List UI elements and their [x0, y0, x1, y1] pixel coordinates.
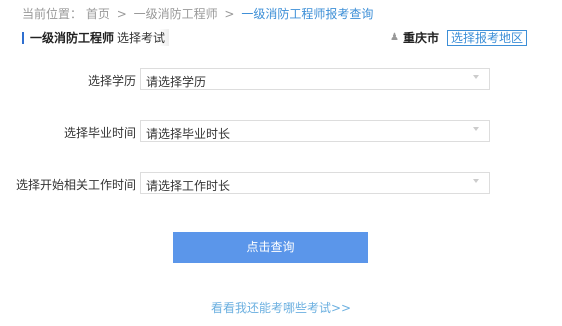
work-start-row: 选择开始相关工作时间 请选择工作时长	[0, 172, 562, 196]
current-city: 重庆市	[402, 31, 439, 45]
breadcrumb-separator: >	[224, 7, 235, 21]
more-exams-link-text[interactable]: 看看我还能考哪些考试>>	[211, 301, 351, 315]
education-select-value: 请选择学历	[146, 75, 207, 89]
chevron-down-icon	[473, 127, 479, 131]
education-row: 选择学历 请选择学历	[0, 68, 562, 92]
work-start-label: 选择开始相关工作时间	[15, 178, 136, 192]
select-region-button[interactable]: 选择报考地区	[446, 29, 527, 46]
query-button[interactable]: 点击查询	[173, 232, 368, 263]
breadcrumb-current[interactable]: 一级消防工程师报考查询	[241, 7, 373, 21]
select-exam-button[interactable]: 选择考试	[117, 29, 170, 46]
breadcrumb-category[interactable]: 一级消防工程师	[134, 7, 218, 21]
page-title: 一级消防工程师	[30, 31, 115, 45]
location-group: ♟ 重庆市 选择报考地区	[390, 29, 527, 46]
breadcrumb: 当前位置： 首页 > 一级消防工程师 > 一级消防工程师报考查询	[22, 5, 373, 22]
chevron-down-icon	[473, 179, 479, 183]
user-pin-icon: ♟	[390, 32, 399, 43]
breadcrumb-separator: >	[116, 7, 127, 21]
breadcrumb-prefix: 当前位置：	[22, 7, 83, 21]
education-select[interactable]: 请选择学历	[140, 68, 490, 90]
graduation-label: 选择毕业时间	[63, 126, 136, 140]
education-label: 选择学历	[87, 74, 136, 88]
title-accent-bar	[22, 32, 24, 44]
chevron-down-icon	[473, 75, 479, 79]
more-exams-link: 看看我还能考哪些考试>>	[0, 299, 562, 316]
graduation-row: 选择毕业时间 请选择毕业时长	[0, 120, 562, 144]
graduation-select[interactable]: 请选择毕业时长	[140, 120, 490, 142]
title-bar: 一级消防工程师 选择考试 ♟ 重庆市 选择报考地区	[22, 29, 527, 47]
graduation-select-value: 请选择毕业时长	[146, 127, 231, 141]
work-start-select-value: 请选择工作时长	[146, 179, 231, 193]
work-start-select[interactable]: 请选择工作时长	[140, 172, 490, 194]
breadcrumb-home[interactable]: 首页	[86, 7, 110, 21]
